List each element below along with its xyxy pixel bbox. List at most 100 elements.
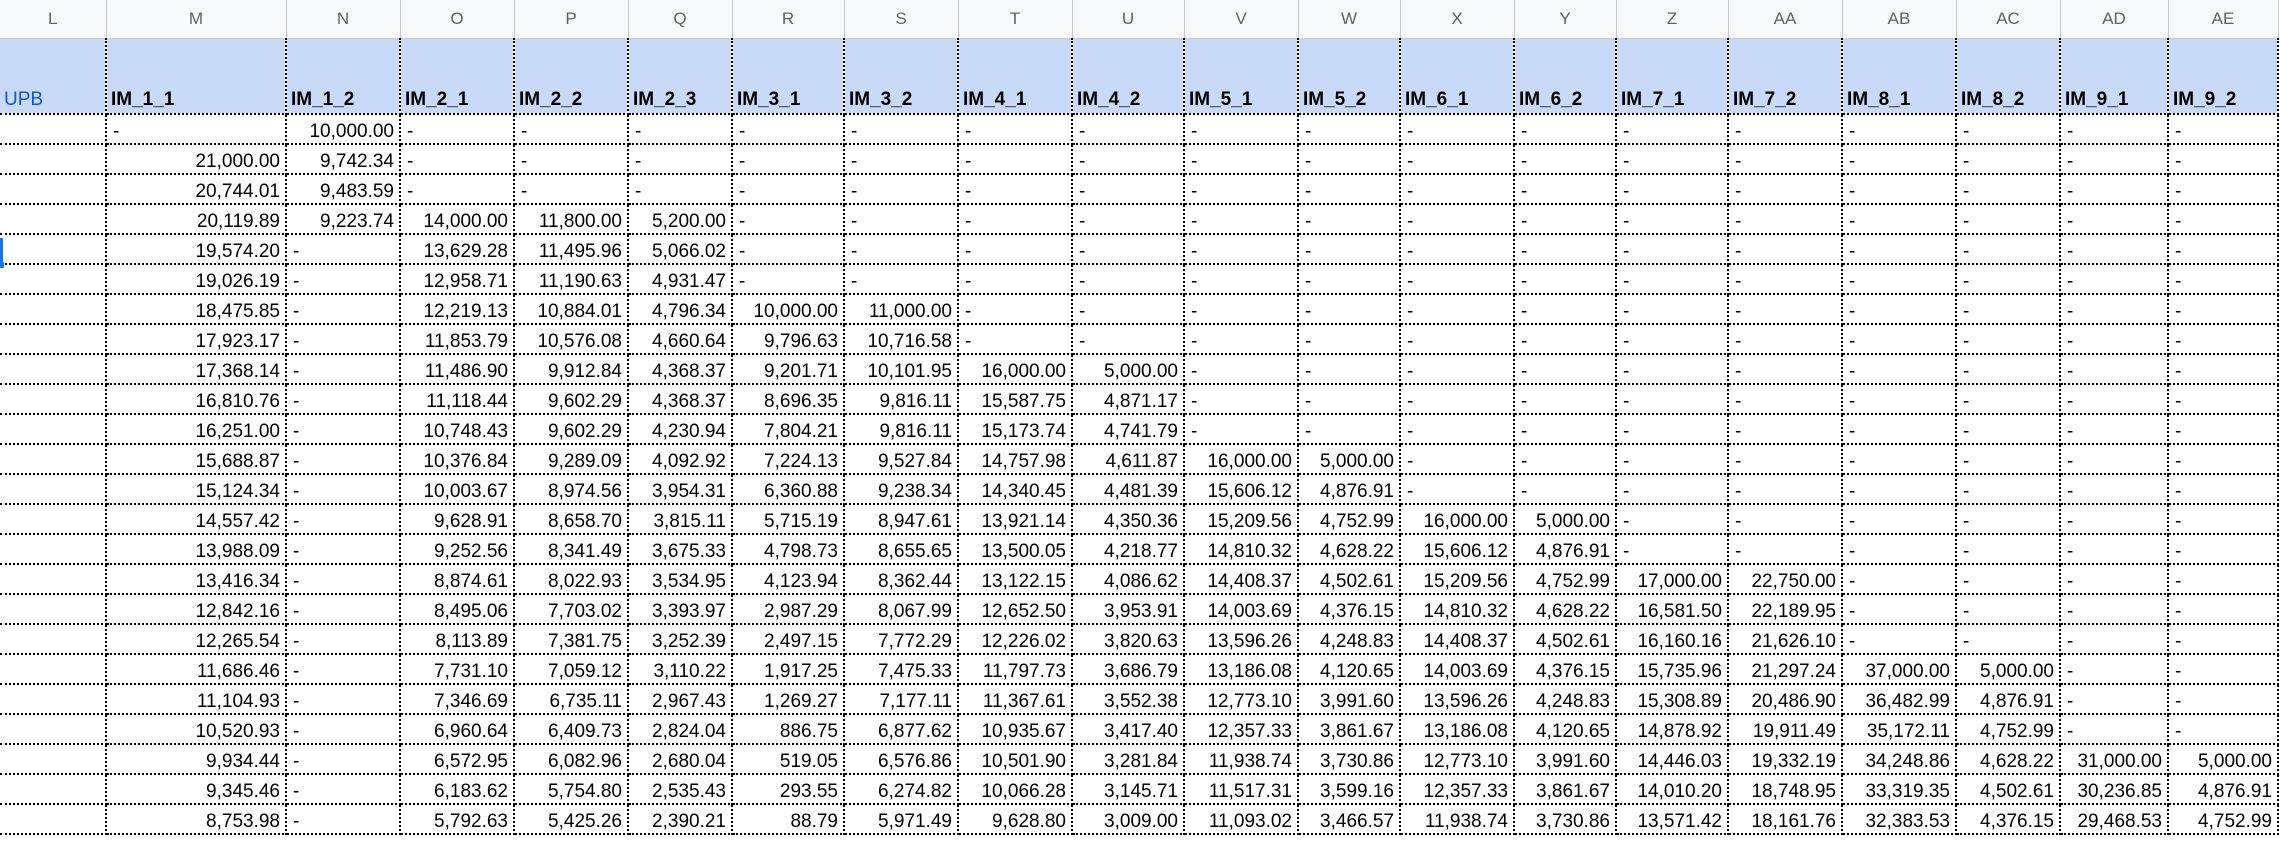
cell[interactable]: -	[1728, 144, 1843, 175]
cell[interactable]: -	[286, 384, 401, 415]
cell[interactable]: -	[1956, 234, 2061, 265]
cell[interactable]: 6,183.62	[400, 774, 515, 805]
cell[interactable]: -	[1956, 564, 2061, 595]
cell[interactable]: -	[2168, 354, 2279, 385]
cell[interactable]	[0, 264, 107, 295]
cell[interactable]: 6,360.88	[732, 474, 845, 505]
cell[interactable]: -	[1616, 444, 1729, 475]
cell[interactable]: -	[1842, 114, 1957, 145]
cell[interactable]: 7,177.11	[844, 684, 959, 715]
column-header-z[interactable]: Z	[1616, 0, 1729, 39]
cell[interactable]: 22,189.95	[1728, 594, 1843, 625]
cell[interactable]: 4,871.17	[1072, 384, 1185, 415]
cell[interactable]: 5,715.19	[732, 504, 845, 535]
cell[interactable]: 8,655.65	[844, 534, 959, 565]
column-header-ae[interactable]: AE	[2168, 0, 2279, 39]
cell[interactable]: -	[2060, 144, 2169, 175]
cell[interactable]: 4,660.64	[628, 324, 733, 355]
cell[interactable]: 15,209.56	[1184, 504, 1299, 535]
cell[interactable]	[0, 654, 107, 685]
column-header-q[interactable]: Q	[628, 0, 733, 39]
cell[interactable]: 11,797.73	[958, 654, 1073, 685]
cell[interactable]: 4,230.94	[628, 414, 733, 445]
cell[interactable]: -	[1728, 294, 1843, 325]
cell[interactable]: 3,953.91	[1072, 594, 1185, 625]
cell[interactable]: 15,209.56	[1400, 564, 1515, 595]
cell[interactable]: 6,409.73	[514, 714, 629, 745]
cell[interactable]: -	[1728, 114, 1843, 145]
cell[interactable]: 11,104.93	[106, 684, 287, 715]
cell[interactable]: 11,093.02	[1184, 804, 1299, 835]
column-header-l[interactable]: L	[0, 0, 107, 39]
cell[interactable]: -	[1072, 204, 1185, 235]
cell[interactable]: -	[1616, 534, 1729, 565]
cell[interactable]: 3,686.79	[1072, 654, 1185, 685]
cell[interactable]: 9,628.91	[400, 504, 515, 535]
cell[interactable]: 10,101.95	[844, 354, 959, 385]
cell[interactable]: 4,368.37	[628, 354, 733, 385]
cell[interactable]: 3,954.31	[628, 474, 733, 505]
cell[interactable]: -	[1956, 114, 2061, 145]
cell[interactable]: -	[2168, 564, 2279, 595]
cell[interactable]: -	[1842, 234, 1957, 265]
cell[interactable]: 16,251.00	[106, 414, 287, 445]
cell[interactable]: 4,752.99	[1514, 564, 1617, 595]
cell[interactable]: 3,466.57	[1298, 804, 1401, 835]
cell[interactable]: -	[1514, 444, 1617, 475]
cell[interactable]: -	[1400, 204, 1515, 235]
cell[interactable]: 8,658.70	[514, 504, 629, 535]
cell[interactable]: -	[1514, 204, 1617, 235]
cell[interactable]: 19,332.19	[1728, 744, 1843, 775]
cell[interactable]: 9,483.59	[286, 174, 401, 205]
cell[interactable]: -	[1298, 354, 1401, 385]
cell[interactable]: -	[1842, 534, 1957, 565]
cell[interactable]: 13,186.08	[1184, 654, 1299, 685]
cell[interactable]: 9,252.56	[400, 534, 515, 565]
cell[interactable]: -	[1956, 384, 2061, 415]
cell[interactable]: 12,773.10	[1184, 684, 1299, 715]
cell[interactable]: 10,003.67	[400, 474, 515, 505]
field-name-cell[interactable]: IM_7_1	[1616, 38, 1729, 115]
cell[interactable]: 2,680.04	[628, 744, 733, 775]
cell[interactable]: 88.79	[732, 804, 845, 835]
cell[interactable]: -	[1400, 384, 1515, 415]
cell[interactable]: -	[1616, 354, 1729, 385]
cell[interactable]: -	[1072, 114, 1185, 145]
cell[interactable]: -	[2168, 414, 2279, 445]
cell[interactable]: -	[286, 534, 401, 565]
cell[interactable]: -	[1514, 234, 1617, 265]
cell[interactable]: 10,000.00	[732, 294, 845, 325]
cell[interactable]: 14,408.37	[1400, 624, 1515, 655]
cell[interactable]: -	[2060, 414, 2169, 445]
cell[interactable]: -	[1298, 384, 1401, 415]
cell[interactable]: -	[732, 174, 845, 205]
cell[interactable]: -	[1842, 294, 1957, 325]
cell[interactable]: -	[1956, 594, 2061, 625]
cell[interactable]: -	[1616, 204, 1729, 235]
cell[interactable]: 11,938.74	[1184, 744, 1299, 775]
cell[interactable]: -	[1956, 444, 2061, 475]
cell[interactable]: 14,557.42	[106, 504, 287, 535]
cell[interactable]: -	[514, 174, 629, 205]
cell[interactable]: 19,026.19	[106, 264, 287, 295]
cell[interactable]: 14,810.32	[1400, 594, 1515, 625]
cell[interactable]: 36,482.99	[1842, 684, 1957, 715]
cell[interactable]: 14,340.45	[958, 474, 1073, 505]
cell[interactable]	[0, 324, 107, 355]
cell[interactable]: 4,376.15	[1298, 594, 1401, 625]
cell[interactable]: -	[958, 114, 1073, 145]
cell[interactable]	[0, 534, 107, 565]
cell[interactable]	[0, 204, 107, 235]
cell[interactable]: 3,730.86	[1298, 744, 1401, 775]
cell[interactable]: 3,009.00	[1072, 804, 1185, 835]
cell[interactable]: 8,696.35	[732, 384, 845, 415]
column-header-r[interactable]: R	[732, 0, 845, 39]
cell[interactable]: 5,792.63	[400, 804, 515, 835]
cell[interactable]: -	[958, 294, 1073, 325]
cell[interactable]: -	[1728, 384, 1843, 415]
cell[interactable]: -	[1616, 324, 1729, 355]
cell[interactable]: -	[2168, 174, 2279, 205]
cell[interactable]: -	[514, 114, 629, 145]
cell[interactable]: 6,572.95	[400, 744, 515, 775]
cell[interactable]: 3,110.22	[628, 654, 733, 685]
